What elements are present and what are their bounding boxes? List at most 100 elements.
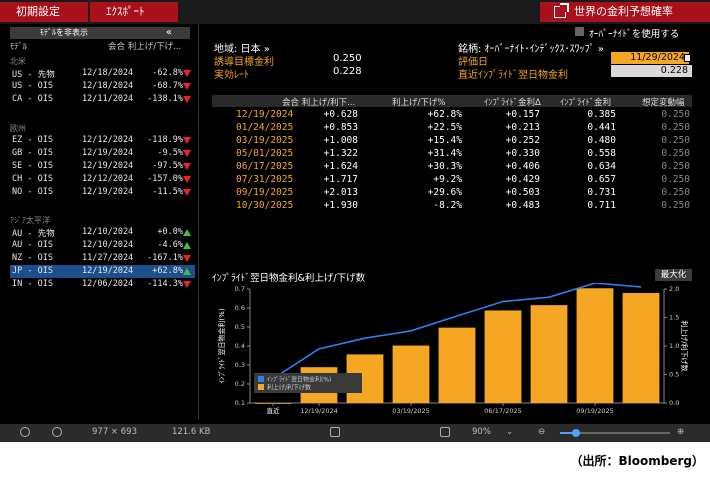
table-cell: 03/19/2025 xyxy=(236,135,294,146)
settings-button[interactable]: 初期設定 xyxy=(0,2,88,22)
overnight-checkbox[interactable] xyxy=(575,27,584,36)
col-header-meeting[interactable]: 会合 利上げ/利下... xyxy=(282,96,355,108)
effective-rate-value: 0.228 xyxy=(333,66,362,77)
model-name: GB - OIS xyxy=(12,148,53,158)
model-row[interactable]: EZ - OIS 12/12/2024 -118.9% xyxy=(10,134,195,147)
model-name: AU - 先物 xyxy=(12,229,55,239)
x-tick-label: 03/19/2025 xyxy=(392,407,429,415)
table-cell: 0.711 xyxy=(587,200,616,211)
model-row[interactable]: NZ - OIS 11/27/2024 -167.1% xyxy=(10,252,195,265)
rate-chart: 0.1 0.2 0.3 0.4 0.5 0.6 0.7 0.0 0.5 1.0 1.5 2.0 ｲﾝﾌﾟ… xyxy=(217,282,689,415)
y2-axis-title: 利上げ/利下げ数 xyxy=(680,320,689,371)
legend-label-line: ｲﾝﾌﾟﾗｲﾄﾞ翌日物金利(%) xyxy=(267,376,331,384)
table-row[interactable]: 09/19/2025 +2.013 +29.6% +0.503 0.731 0.250 xyxy=(212,186,692,199)
col-header-hike-pct[interactable]: 利上げ/下げ% xyxy=(392,96,445,108)
hide-models-button[interactable]: ﾓﾃﾞﾙを非表示 « xyxy=(10,27,190,39)
model-value: -4.6% xyxy=(157,240,183,250)
zoom-in-icon[interactable]: ⊕ xyxy=(677,427,684,437)
model-value: -157.0% xyxy=(147,174,183,184)
model-row[interactable]: CH - OIS 12/12/2024 -157.0% xyxy=(10,173,195,186)
chevron-down-icon[interactable]: ⌄ xyxy=(506,427,513,437)
chart-bar xyxy=(622,292,660,403)
target-rate-value: 0.250 xyxy=(333,53,362,64)
model-row[interactable]: GB - OIS 12/19/2024 -9.5% xyxy=(10,147,195,160)
model-value: -68.7% xyxy=(152,81,183,91)
table-row[interactable]: 05/01/2025 +1.322 +31.4% +0.330 0.558 0.250 xyxy=(212,147,692,160)
y-tick-label: 0.5 xyxy=(235,323,245,331)
chart-title: ｲﾝﾌﾟﾗｲﾄﾞ翌日物金利&利上げ/下げ数 xyxy=(212,273,366,284)
table-cell: 09/19/2025 xyxy=(236,187,294,198)
triangle-up-icon xyxy=(183,268,191,275)
model-name: SE - OIS xyxy=(12,161,53,171)
table-row[interactable]: 03/19/2025 +1.008 +15.4% +0.252 0.480 0.250 xyxy=(212,134,692,147)
zoom-slider[interactable] xyxy=(560,429,670,437)
table-cell: 0.441 xyxy=(587,122,616,133)
y-tick-label: 0.3 xyxy=(235,361,245,369)
external-link-icon[interactable] xyxy=(554,3,569,18)
calendar-icon[interactable] xyxy=(684,54,691,62)
col-header-range[interactable]: 想定変動幅 xyxy=(642,96,685,108)
table-cell: 0.731 xyxy=(587,187,616,198)
zoom-out-icon[interactable]: ⊖ xyxy=(538,427,545,437)
implied-rate-label: 直近ｲﾝﾌﾟﾗｲﾄﾞ翌日物金利 xyxy=(458,70,568,81)
model-name: CA - OIS xyxy=(12,94,53,104)
table-header: 会合 利上げ/利下... 利上げ/下げ% ｲﾝﾌﾟﾗｲﾄﾞ金利Δ ｲﾝﾌﾟﾗｲﾄ… xyxy=(212,95,692,108)
model-row[interactable]: US - OIS 12/18/2024 -68.7% xyxy=(10,80,195,93)
table-row[interactable]: 12/19/2024 +0.628 +62.8% +0.157 0.385 0.250 xyxy=(212,108,692,121)
table-cell: 0.558 xyxy=(587,148,616,159)
model-value: -167.1% xyxy=(147,253,183,263)
triangle-down-icon xyxy=(183,70,191,77)
model-row[interactable]: AU - 先物 12/10/2024 +0.0% xyxy=(10,226,195,239)
table-cell: 0.250 xyxy=(661,148,690,159)
table-row[interactable]: 01/24/2025 +0.853 +22.5% +0.213 0.441 0.250 xyxy=(212,121,692,134)
table-cell: +0.429 xyxy=(505,174,540,185)
table-cell: 06/17/2025 xyxy=(236,161,294,172)
table-cell: 01/24/2025 xyxy=(236,122,294,133)
table-cell: +2.013 xyxy=(323,187,358,198)
table-cell: +29.6% xyxy=(427,187,462,198)
x-tick-label: 06/17/2025 xyxy=(484,407,521,415)
model-name: US - 先物 xyxy=(12,70,55,80)
model-date: 12/12/2024 xyxy=(82,135,134,145)
zoom-level[interactable]: 90% xyxy=(472,427,491,437)
table-cell: +0.483 xyxy=(505,200,540,211)
model-row[interactable]: IN - OIS 12/06/2024 -114.3% xyxy=(10,278,195,291)
model-date: 12/12/2024 xyxy=(82,174,134,184)
table-cell: +1.624 xyxy=(323,161,358,172)
model-row[interactable]: CA - OIS 12/11/2024 -138.1% xyxy=(10,93,195,106)
top-bar: 初期設定 ｴｸｽﾎﾟｰﾄ 世界の金利予想確率 xyxy=(0,0,710,24)
model-date: 12/06/2024 xyxy=(82,279,134,289)
fit-icon[interactable] xyxy=(330,427,340,437)
export-button[interactable]: ｴｸｽﾎﾟｰﾄ xyxy=(90,2,178,22)
col-header-implied-rate[interactable]: ｲﾝﾌﾟﾗｲﾄﾞ金利 xyxy=(560,96,611,108)
eval-date-input[interactable]: 11/29/2024 xyxy=(611,52,689,64)
model-row[interactable]: SE - OIS 12/19/2024 -97.5% xyxy=(10,160,195,173)
col-header-implied-delta[interactable]: ｲﾝﾌﾟﾗｲﾄﾞ金利Δ xyxy=(484,96,541,108)
model-row[interactable]: NO - OIS 12/19/2024 -11.5% xyxy=(10,186,195,199)
model-row[interactable]: US - 先物 12/18/2024 -62.8% xyxy=(10,67,195,80)
model-list-header: ﾓﾃﾞﾙ 会合 利上げ/下げ... xyxy=(10,40,195,52)
implied-rate-value: 0.228 xyxy=(611,65,692,77)
info-icon[interactable] xyxy=(52,427,62,437)
maximize-button[interactable]: 最大化 xyxy=(655,269,692,281)
y-tick-label: 0.4 xyxy=(235,342,245,350)
legend-swatch-bar xyxy=(258,384,264,390)
model-name: CH - OIS xyxy=(12,174,53,184)
table-row[interactable]: 10/30/2025 +1.930 -8.2% +0.483 0.711 0.250 xyxy=(212,199,692,212)
model-row[interactable]: JP - OIS 12/19/2024 +62.8% xyxy=(10,265,195,278)
section-label: ｱｼﾞｱ太平洋 xyxy=(10,216,50,225)
heart-icon[interactable] xyxy=(20,427,30,437)
triangle-down-icon xyxy=(183,83,191,90)
model-row[interactable]: AU - OIS 12/10/2024 -4.6% xyxy=(10,239,195,252)
triangle-down-icon xyxy=(183,176,191,183)
table-row[interactable]: 06/17/2025 +1.624 +30.3% +0.406 0.634 0.250 xyxy=(212,160,692,173)
collapse-icon[interactable]: « xyxy=(166,27,172,39)
terminal-screen: 初期設定 ｴｸｽﾎﾟｰﾄ 世界の金利予想確率 ﾓﾃﾞﾙを非表示 « ﾓﾃﾞﾙ 会… xyxy=(0,0,710,442)
model-date: 12/19/2024 xyxy=(82,187,134,197)
table-row[interactable]: 07/31/2025 +1.717 +9.2% +0.429 0.657 0.250 xyxy=(212,173,692,186)
table-cell: +1.008 xyxy=(323,135,358,146)
chart-bar xyxy=(484,310,522,403)
model-value: -11.5% xyxy=(152,187,183,197)
table-cell: +1.717 xyxy=(323,174,358,185)
view-icon[interactable] xyxy=(440,427,450,437)
